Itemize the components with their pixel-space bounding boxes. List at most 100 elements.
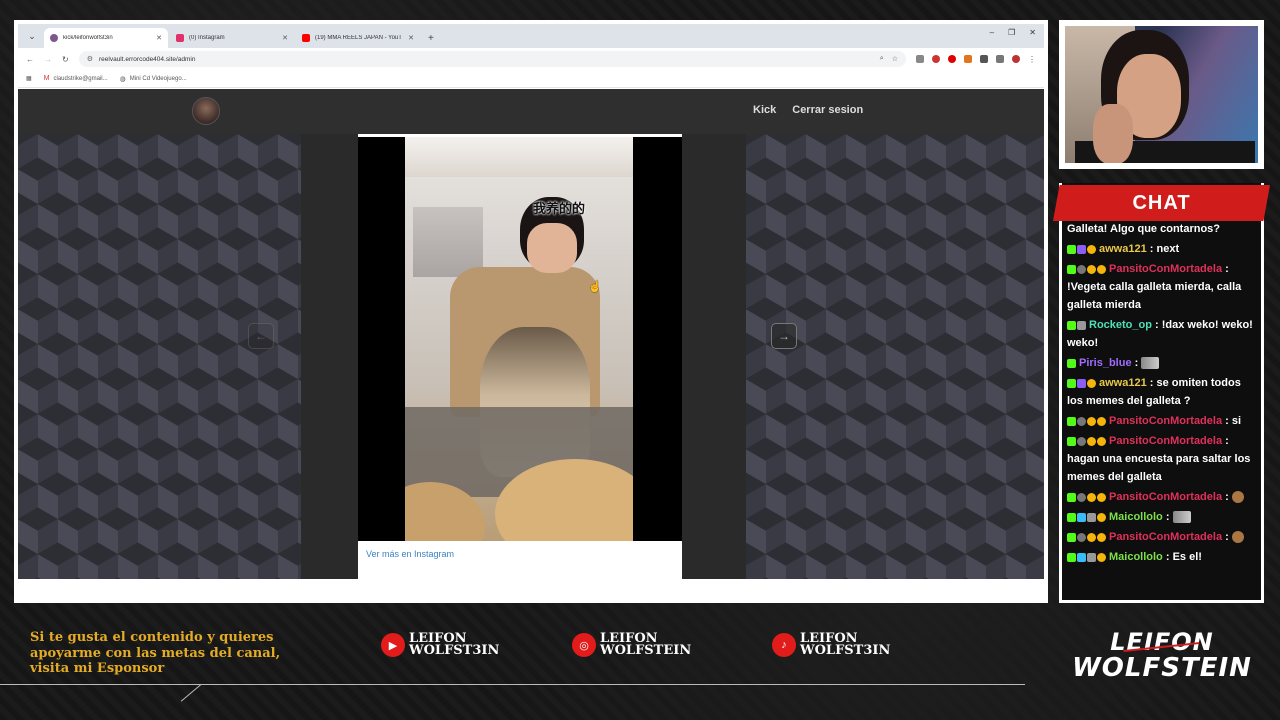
- close-window-icon[interactable]: ✕: [1029, 28, 1036, 37]
- badge-icon: [1067, 512, 1076, 522]
- extension-icon[interactable]: [916, 55, 924, 63]
- bookmark-minicd[interactable]: ◍ Mini Cd Videojuego...: [120, 75, 187, 83]
- badge-icon: [1077, 244, 1086, 254]
- reel-video[interactable]: 我养的的 ☝: [358, 137, 682, 541]
- badge-icon: [1077, 436, 1086, 446]
- new-tab-button[interactable]: +: [428, 33, 434, 44]
- chat-username[interactable]: Maicollolo: [1109, 511, 1163, 523]
- social-name: LEIFON WOLFST3IN: [800, 631, 891, 658]
- badge-icon: [1097, 416, 1106, 426]
- tab-instagram[interactable]: (0) Instagram ✕: [170, 28, 294, 48]
- badge-icon: [1077, 512, 1086, 522]
- youtube-favicon-icon: [302, 34, 310, 42]
- next-arrow-button[interactable]: →: [771, 323, 797, 349]
- chat-messages: Galleta! Algo que contarnos? awwa121 : ne…: [1067, 220, 1259, 600]
- badge-icon: [1087, 416, 1096, 426]
- chat-username[interactable]: Piris_blue: [1079, 357, 1132, 369]
- extension-icon[interactable]: [932, 55, 940, 63]
- url-text: reelvault.errorcode404.site/admin: [98, 55, 196, 63]
- tab-search-icon[interactable]: ⌄: [24, 27, 40, 45]
- badge-icon: [1077, 378, 1086, 388]
- chat-username[interactable]: PansitoConMortadela: [1109, 435, 1222, 447]
- forward-icon[interactable]: →: [44, 55, 52, 64]
- bottom-divider: [0, 684, 1025, 685]
- chat-username[interactable]: PansitoConMortadela: [1109, 531, 1222, 543]
- chat-message: PansitoConMortadela : !Vegeta calla gall…: [1067, 260, 1259, 314]
- chat-title: CHAT: [1132, 191, 1191, 214]
- webcam-frame: [1059, 20, 1264, 169]
- chat-username[interactable]: PansitoConMortadela: [1109, 415, 1222, 427]
- chat-text: : Es el!: [1165, 551, 1202, 563]
- back-icon[interactable]: ←: [26, 55, 34, 64]
- badge-icon: [1077, 264, 1086, 274]
- address-bar[interactable]: ⚙ reelvault.errorcode404.site/admin ⌕ ☆: [78, 51, 906, 67]
- emote-icon: [1141, 357, 1160, 370]
- badge-icon: [1087, 512, 1096, 522]
- chat-username[interactable]: Rocketo_op: [1089, 319, 1152, 331]
- tab-title: kick/leifonwolfst3in: [63, 35, 113, 41]
- bookmarks-bar: ▦ M claudstrike@gmail... ◍ Mini Cd Video…: [18, 70, 1044, 88]
- chat-badges: [1067, 264, 1106, 274]
- chat-badges: [1067, 436, 1106, 446]
- extensions-area: ⋮: [916, 55, 1036, 64]
- chat-message: PansitoConMortadela :: [1067, 528, 1259, 546]
- bookmark-star-icon[interactable]: ☆: [892, 55, 898, 63]
- webcam-feed: [1065, 26, 1258, 163]
- metamask-icon[interactable]: [964, 55, 972, 63]
- previous-arrow-button[interactable]: ←: [248, 323, 274, 349]
- chat-text: :: [1225, 531, 1229, 543]
- profile-avatar-icon[interactable]: [1012, 55, 1020, 63]
- tab-title: (0) Instagram: [189, 35, 225, 41]
- nav-link-kick[interactable]: Kick: [753, 104, 776, 116]
- nav-link-logout[interactable]: Cerrar sesion: [792, 104, 863, 116]
- chat-message: Piris_blue :: [1067, 354, 1259, 372]
- badge-icon: [1077, 552, 1086, 562]
- social-instagram: ◎ LEIFON WOLFSTEIN: [572, 631, 710, 658]
- zoom-icon[interactable]: ⌕: [880, 55, 884, 63]
- chat-username[interactable]: awwa121: [1099, 243, 1147, 255]
- site-logo-avatar[interactable]: [192, 97, 220, 125]
- tab-close-icon[interactable]: ✕: [156, 34, 162, 42]
- extension-icon[interactable]: [980, 55, 988, 63]
- badge-icon: [1067, 492, 1076, 502]
- chat-message: PansitoConMortadela : hagan una encuesta…: [1067, 432, 1259, 486]
- chat-username[interactable]: PansitoConMortadela: [1109, 491, 1222, 503]
- browser-toolbar: ← → ↻ ⚙ reelvault.errorcode404.site/admi…: [18, 48, 1044, 70]
- cube-pattern-left: [18, 134, 301, 579]
- minimize-icon[interactable]: –: [990, 28, 994, 37]
- restore-icon[interactable]: ❐: [1008, 28, 1015, 37]
- window-controls: – ❐ ✕: [990, 28, 1036, 37]
- chat-text: : next: [1149, 243, 1180, 255]
- reload-icon[interactable]: ↻: [62, 55, 69, 64]
- tab-close-icon[interactable]: ✕: [282, 34, 288, 42]
- more-menu-icon[interactable]: ⋮: [1028, 55, 1036, 64]
- view-more-instagram-link[interactable]: Ver más en Instagram: [366, 549, 454, 559]
- chat-badges: [1067, 244, 1096, 254]
- chat-username[interactable]: PansitoConMortadela: [1109, 263, 1222, 275]
- social-name: LEIFON WOLFSTEIN: [600, 631, 692, 658]
- apps-grid-icon[interactable]: ▦: [26, 75, 32, 82]
- puzzle-icon[interactable]: [996, 55, 1004, 63]
- emote-icon: [1172, 511, 1191, 524]
- emote-icon: [1231, 491, 1244, 504]
- badge-icon: [1087, 378, 1096, 388]
- chat-username[interactable]: Maicollolo: [1109, 551, 1163, 563]
- extension-icon[interactable]: [948, 55, 956, 63]
- chat-username[interactable]: awwa121: [1099, 377, 1147, 389]
- youtube-icon: ▶: [381, 633, 405, 657]
- chat-badges: [1067, 320, 1086, 330]
- badge-icon: [1087, 436, 1096, 446]
- bookmark-gmail[interactable]: M claudstrike@gmail...: [44, 75, 108, 82]
- tab-youtube[interactable]: (19) MMA REELS JAPAN - YouT ✕: [296, 28, 420, 48]
- kick-favicon-icon: [50, 34, 58, 42]
- page-viewport: Kick Cerrar sesion ← → 我养的的 ☝ Ver más en…: [18, 89, 1044, 579]
- tab-kick[interactable]: kick/leifonwolfst3in ✕: [44, 28, 168, 48]
- site-nav-links: Kick Cerrar sesion: [753, 104, 863, 116]
- tab-close-icon[interactable]: ✕: [408, 34, 414, 42]
- badge-icon: [1077, 416, 1086, 426]
- hand-cursor-icon: ☝: [588, 281, 602, 293]
- emote-icon: [1231, 531, 1244, 544]
- badge-icon: [1077, 492, 1086, 502]
- site-info-icon[interactable]: ⚙: [87, 55, 93, 63]
- badge-icon: [1067, 244, 1076, 254]
